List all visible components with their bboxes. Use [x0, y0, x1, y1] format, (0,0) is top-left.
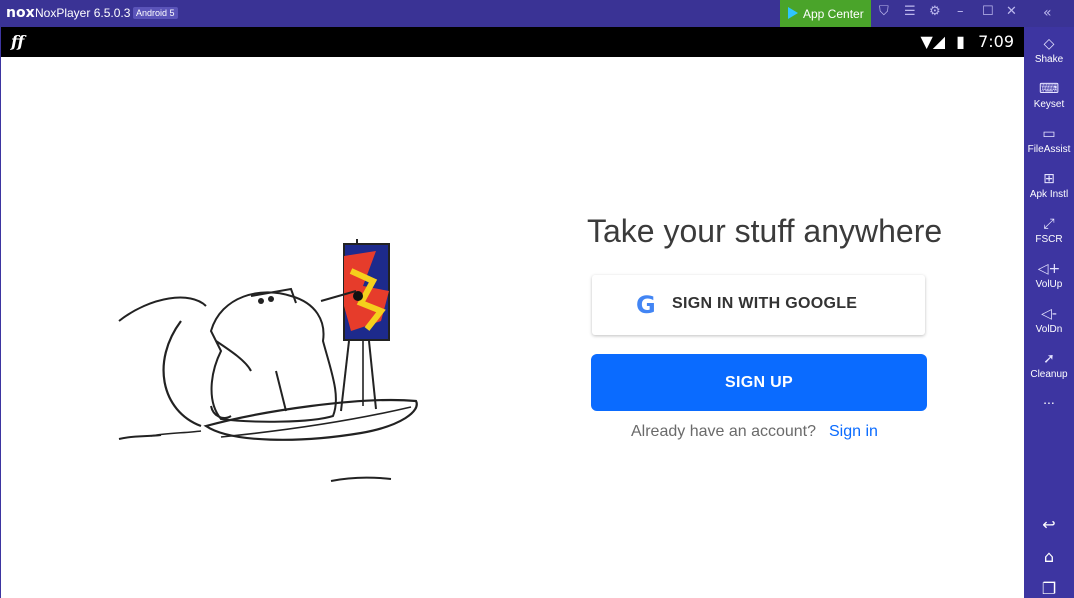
sidebar-item-label: Apk Instl — [1029, 189, 1069, 200]
emulator-sidebar: ◇ Shake ⌨ Keyset ▭ FileAssist ⊞ Apk Inst… — [1024, 27, 1074, 598]
battery-icon: ▮ — [956, 32, 965, 51]
monitor-icon: ▭ — [1042, 126, 1056, 142]
menu-icon[interactable]: ☰ — [904, 4, 916, 19]
wifi-icon: ▼ — [920, 32, 933, 51]
android-screen: ff ▼◢ ▮ 7:09 Take your stuff anywhere G … — [1, 27, 1024, 598]
signal-icon: ◢ — [932, 32, 946, 51]
sidebar-item-label: VolUp — [1035, 279, 1063, 290]
close-icon[interactable]: ✕ — [1006, 4, 1017, 19]
sidebar-item-label: VolDn — [1035, 324, 1063, 335]
sidebar-item-label: FSCR — [1035, 234, 1063, 245]
window-titlebar: nox NoxPlayer 6.5.0.3 Android 5 App Cent… — [0, 0, 1074, 27]
keyboard-icon: ⌨ — [1038, 81, 1060, 97]
android-version-badge: Android 5 — [133, 7, 178, 19]
rocket-icon: ➚ — [1043, 351, 1055, 367]
google-icon: G — [636, 291, 656, 319]
status-icons: ▼◢ ▮ 7:09 — [920, 32, 1014, 51]
volume-up-icon: ◁+ — [1037, 261, 1061, 277]
app-center-button[interactable]: App Center — [780, 0, 871, 27]
sidebar-item-fileassist[interactable]: ▭ FileAssist — [1024, 126, 1074, 156]
sidebar-item-fscr[interactable]: ⤢ FSCR — [1024, 216, 1074, 246]
more-options-label: ... — [1043, 391, 1055, 407]
gear-icon[interactable]: ⚙ — [929, 4, 941, 19]
clock: 7:09 — [978, 32, 1014, 51]
shirt-icon[interactable]: ⛉ — [879, 4, 889, 19]
android-status-bar: ff ▼◢ ▮ 7:09 — [1, 27, 1024, 57]
back-icon[interactable]: ↩ — [1024, 515, 1074, 534]
home-icon[interactable]: ⌂ — [1024, 547, 1074, 566]
shake-icon: ◇ — [1043, 36, 1055, 52]
volume-down-icon: ◁- — [1041, 306, 1057, 322]
nox-logo: nox — [6, 5, 35, 21]
already-have-account-text: Already have an account? — [631, 423, 817, 440]
double-chevron-left-icon[interactable]: « — [1043, 5, 1052, 21]
app-center-label: App Center — [803, 7, 864, 21]
sign-in-with-google-button[interactable]: G SIGN IN WITH GOOGLE — [592, 275, 925, 335]
apk-install-icon: ⊞ — [1043, 171, 1055, 187]
sidebar-item-keyset[interactable]: ⌨ Keyset — [1024, 81, 1074, 111]
sidebar-item-label: Cleanup — [1030, 369, 1068, 380]
more-options-icon[interactable]: ... — [1024, 391, 1074, 407]
play-store-icon — [788, 7, 798, 19]
sidebar-item-shake[interactable]: ◇ Shake — [1024, 36, 1074, 66]
recents-icon[interactable]: ❐ — [1024, 579, 1074, 598]
page-headline: Take your stuff anywhere — [587, 213, 943, 249]
maximize-icon[interactable]: ☐ — [982, 4, 994, 19]
app-notification-icon: ff — [11, 32, 25, 51]
sign-in-link[interactable]: Sign in — [829, 423, 878, 441]
sign-up-button[interactable]: SIGN UP — [591, 354, 927, 411]
sidebar-item-label: Keyset — [1033, 99, 1065, 110]
minimize-icon[interactable]: – — [957, 4, 964, 19]
sidebar-item-cleanup[interactable]: ➚ Cleanup — [1024, 351, 1074, 381]
google-button-label: SIGN IN WITH GOOGLE — [672, 295, 858, 312]
sidebar-item-apk-install[interactable]: ⊞ Apk Instl — [1024, 171, 1074, 201]
sidebar-item-label: Shake — [1034, 54, 1064, 65]
surfing-illustration — [118, 239, 418, 482]
sidebar-item-label: FileAssist — [1027, 144, 1071, 155]
sidebar-item-volup[interactable]: ◁+ VolUp — [1024, 261, 1074, 291]
app-title: NoxPlayer 6.5.0.3 — [35, 6, 131, 20]
fullscreen-icon: ⤢ — [1043, 216, 1055, 232]
sidebar-item-voldn[interactable]: ◁- VolDn — [1024, 306, 1074, 336]
